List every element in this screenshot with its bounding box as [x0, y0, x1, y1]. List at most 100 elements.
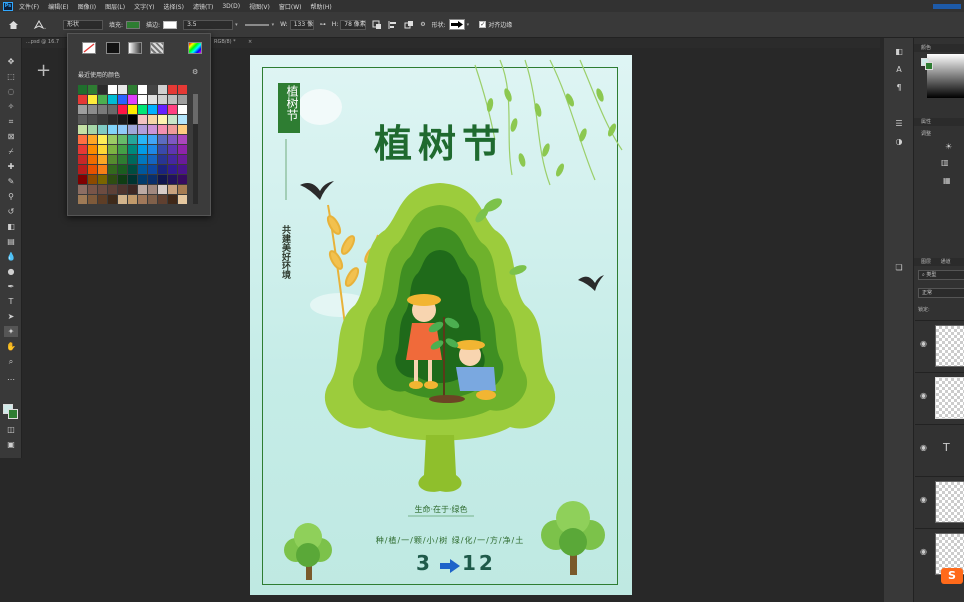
color-swatch[interactable] — [168, 95, 177, 104]
color-swatch[interactable] — [128, 145, 137, 154]
stroke-type-select[interactable]: ▾ — [244, 22, 274, 28]
adjustments-label[interactable]: 调整 — [921, 130, 931, 137]
color-swatch[interactable] — [148, 135, 157, 144]
height-field[interactable]: 78 像素 — [340, 19, 367, 30]
eye-icon[interactable]: ◉ — [920, 391, 927, 400]
color-swatch[interactable] — [148, 105, 157, 114]
color-swatch[interactable] — [138, 195, 147, 204]
color-swatch[interactable] — [98, 135, 107, 144]
levels-icon[interactable]: ▥ — [941, 158, 949, 167]
color-swatch[interactable] — [148, 165, 157, 174]
color-swatch[interactable] — [128, 155, 137, 164]
search-button[interactable] — [933, 3, 961, 9]
color-swatch[interactable] — [88, 175, 97, 184]
dodge-tool-icon[interactable]: ● — [4, 266, 18, 277]
eraser-tool-icon[interactable]: ◧ — [4, 221, 18, 232]
quick-mask-icon[interactable]: ◫ — [4, 424, 18, 435]
color-swatch[interactable] — [88, 85, 97, 94]
color-panel-icon[interactable]: ◧ — [892, 46, 906, 57]
color-swatch[interactable] — [128, 195, 137, 204]
color-swatch[interactable] — [148, 175, 157, 184]
healing-brush-tool-icon[interactable]: ✚ — [4, 161, 18, 172]
color-swatch[interactable] — [138, 145, 147, 154]
paragraph-panel-icon[interactable]: ¶ — [892, 82, 906, 93]
channels-tab-label[interactable]: 通道 — [941, 259, 951, 265]
color-swatch[interactable] — [78, 185, 87, 194]
color-swatch[interactable] — [98, 105, 107, 114]
stroke-swatch[interactable] — [163, 20, 178, 29]
color-swatch[interactable] — [118, 175, 127, 184]
menu-3d[interactable]: 3D(D) — [222, 3, 240, 10]
color-swatch[interactable] — [78, 95, 87, 104]
layer-row[interactable]: ◉ — [915, 372, 964, 422]
document-canvas[interactable]: 植树节 植树节 共建美好环境 生命·在于·绿色 种/植/一/颗/小/树 绿/化/… — [250, 55, 632, 595]
layers-panel-icon[interactable]: ❏ — [892, 262, 906, 273]
color-swatch[interactable] — [128, 115, 137, 124]
color-swatch[interactable] — [78, 135, 87, 144]
color-swatch[interactable] — [108, 85, 117, 94]
color-swatch[interactable] — [78, 85, 87, 94]
color-swatch[interactable] — [158, 105, 167, 114]
color-swatch[interactable] — [138, 175, 147, 184]
arrow-shape-preview[interactable] — [448, 19, 465, 30]
color-swatch[interactable] — [98, 145, 107, 154]
color-swatch[interactable] — [158, 145, 167, 154]
color-swatch[interactable] — [158, 135, 167, 144]
color-swatch[interactable] — [128, 85, 137, 94]
gear-icon[interactable]: ⚙ — [192, 68, 198, 76]
tab-close-button[interactable]: × — [248, 39, 252, 45]
color-swatch[interactable] — [108, 155, 117, 164]
magic-wand-tool-icon[interactable]: ✧ — [4, 101, 18, 112]
color-swatch[interactable] — [178, 175, 187, 184]
color-swatch[interactable] — [138, 115, 147, 124]
color-swatch[interactable] — [78, 155, 87, 164]
color-swatch[interactable] — [108, 175, 117, 184]
color-swatch[interactable] — [168, 195, 177, 204]
link-icon[interactable]: ⊶ — [320, 21, 326, 28]
brush-tool-icon[interactable]: ✎ — [4, 176, 18, 187]
color-swatch[interactable] — [178, 165, 187, 174]
color-swatch[interactable] — [118, 125, 127, 134]
color-swatch[interactable] — [158, 85, 167, 94]
color-swatch[interactable] — [88, 165, 97, 174]
eye-icon[interactable]: ◉ — [920, 339, 927, 348]
color-swatches[interactable] — [3, 404, 19, 420]
color-swatch[interactable] — [88, 145, 97, 154]
color-swatch[interactable] — [158, 155, 167, 164]
color-swatch[interactable] — [118, 145, 127, 154]
document-tab[interactable]: ...psd @ 16.7 — [26, 39, 59, 45]
blend-mode-select[interactable]: 正常 — [918, 288, 964, 298]
color-swatch[interactable] — [168, 135, 177, 144]
hand-tool-icon[interactable]: ✋ — [4, 341, 18, 352]
color-swatch[interactable] — [128, 165, 137, 174]
color-swatch[interactable] — [168, 165, 177, 174]
fill-swatch[interactable] — [126, 20, 141, 29]
background-color[interactable] — [925, 62, 933, 70]
color-swatch[interactable] — [168, 155, 177, 164]
color-swatch[interactable] — [118, 165, 127, 174]
color-swatch[interactable] — [178, 85, 187, 94]
layer-row[interactable]: ◉ T — [915, 424, 964, 474]
color-swatch[interactable] — [98, 175, 107, 184]
color-swatch[interactable] — [158, 185, 167, 194]
color-swatch[interactable] — [158, 115, 167, 124]
color-swatch[interactable] — [138, 135, 147, 144]
background-color[interactable] — [8, 409, 18, 419]
color-swatch[interactable] — [128, 175, 137, 184]
color-swatch[interactable] — [168, 115, 177, 124]
color-swatch[interactable] — [108, 195, 117, 204]
layer-kind-filter[interactable]: ⌕ 类型 — [918, 270, 964, 280]
screen-mode-icon[interactable]: ▣ — [4, 439, 18, 450]
color-swatch[interactable] — [118, 135, 127, 144]
document-tab-suffix[interactable]: RGB/8) * — [214, 39, 236, 45]
color-swatch[interactable] — [118, 185, 127, 194]
color-swatch[interactable] — [128, 105, 137, 114]
color-swatch[interactable] — [88, 125, 97, 134]
color-swatch[interactable] — [148, 115, 157, 124]
color-swatch[interactable] — [158, 195, 167, 204]
menu-help[interactable]: 帮助(H) — [311, 2, 332, 11]
color-swatch[interactable] — [78, 195, 87, 204]
menu-layer[interactable]: 图层(L) — [105, 2, 125, 11]
path-selection-tool-icon[interactable]: ➤ — [4, 311, 18, 322]
layer-row[interactable]: ◉ — [915, 320, 964, 370]
